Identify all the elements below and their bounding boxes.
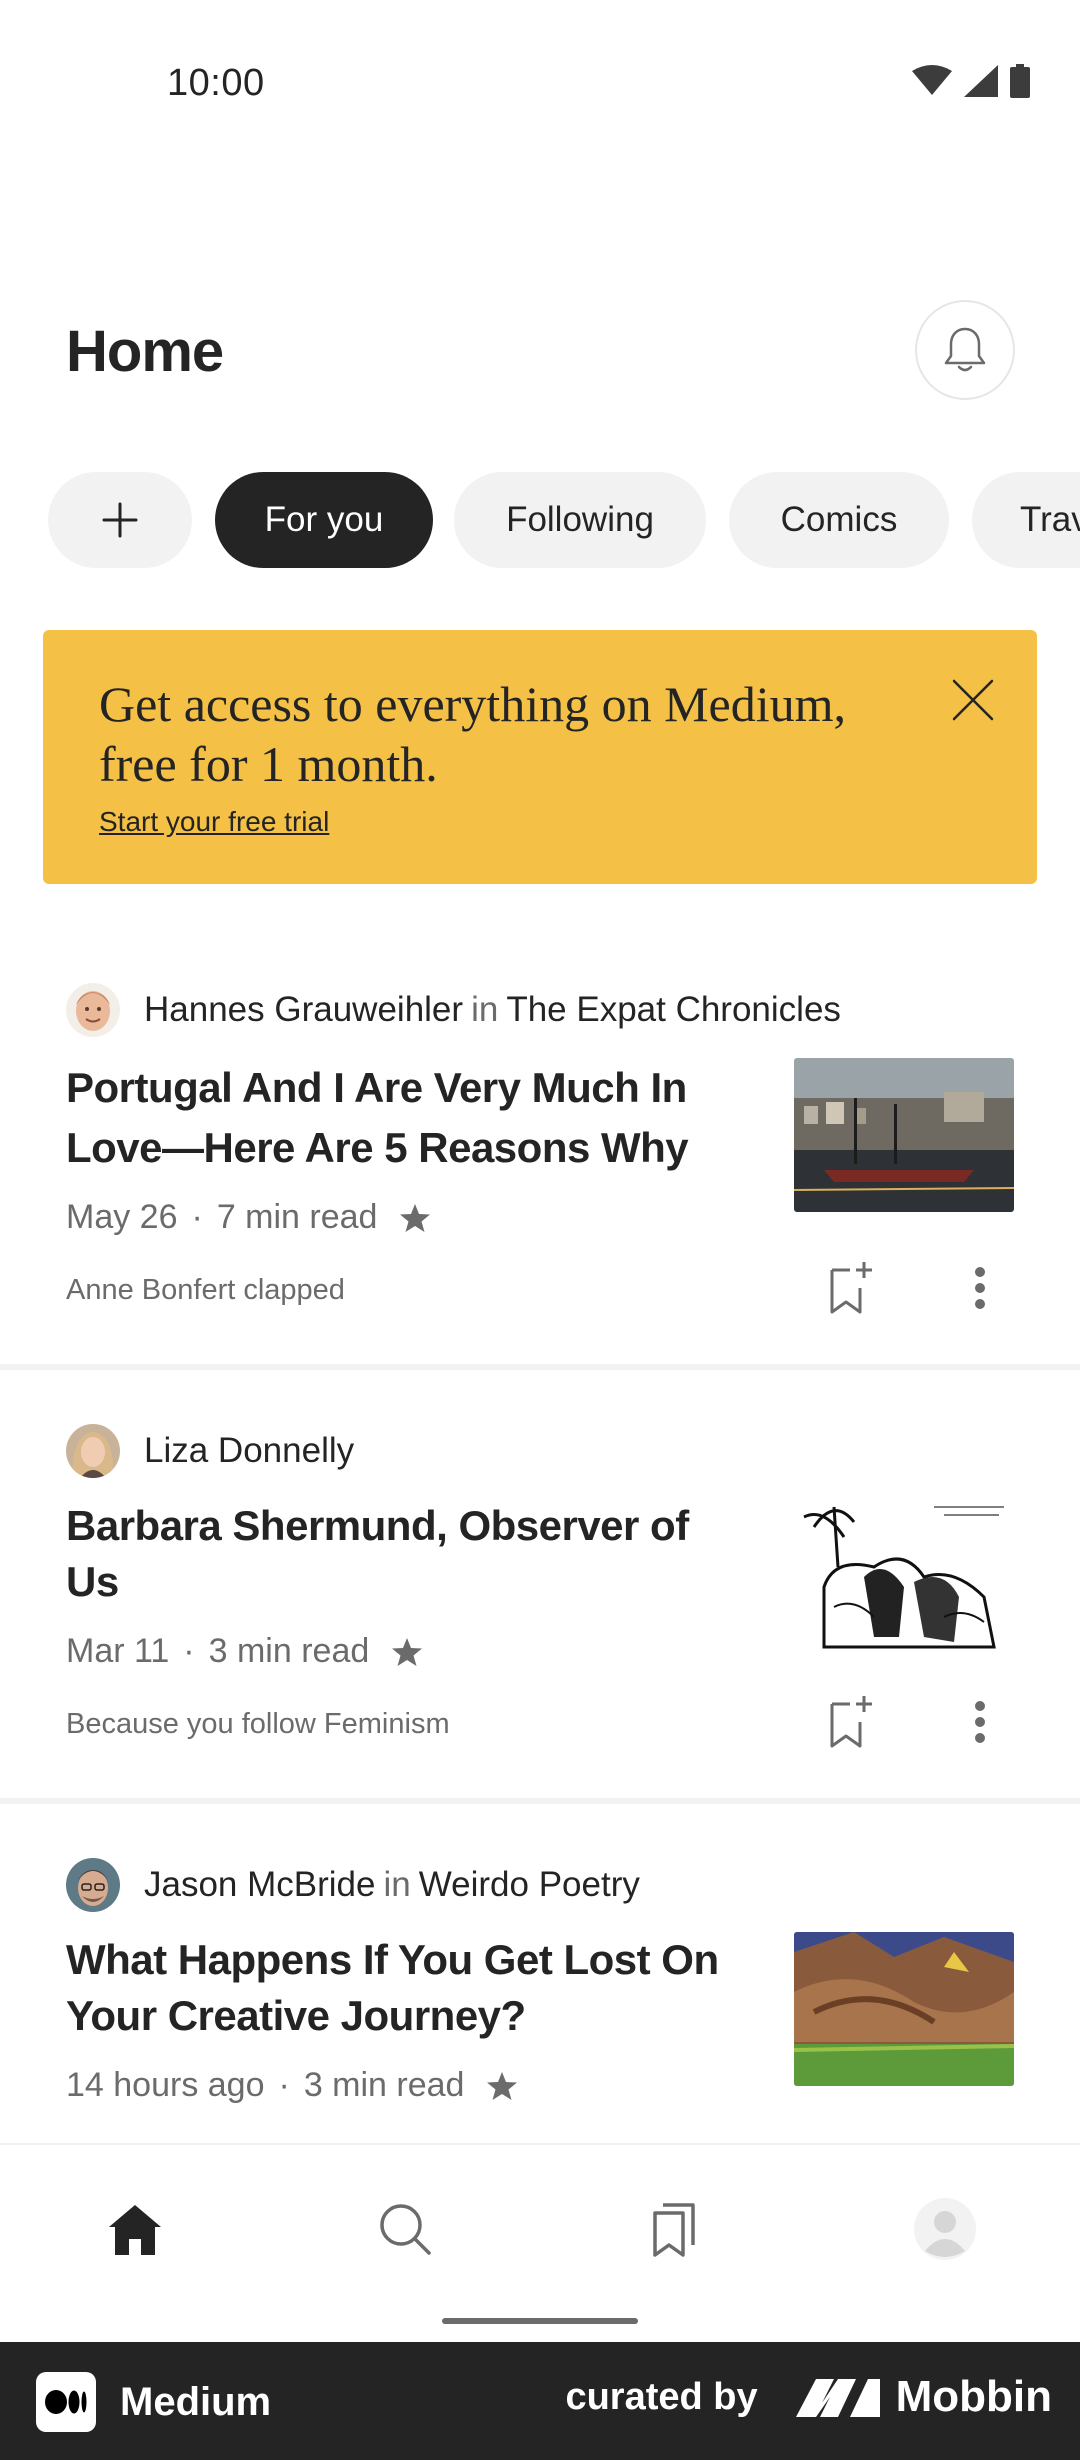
wifi-icon <box>912 65 952 95</box>
article-author-row[interactable]: Liza Donnelly <box>66 1424 354 1478</box>
medium-logo-icon <box>36 2372 96 2432</box>
article-date: May 26 <box>66 1198 178 1236</box>
member-star-icon <box>391 1636 423 1668</box>
topic-chips: For you Following Comics Travel <box>48 472 1080 568</box>
mobbin-logo-icon <box>795 2379 880 2417</box>
member-star-icon <box>486 2070 518 2102</box>
nav-profile-button[interactable] <box>905 2189 985 2269</box>
meta-separator: · <box>191 1198 203 1236</box>
article-date: 14 hours ago <box>66 2066 265 2104</box>
bottom-navigation <box>0 2143 1080 2343</box>
publication-name: The Expat Chronicles <box>506 990 841 1029</box>
bookmark-add-icon <box>830 1696 872 1748</box>
nav-home-button[interactable] <box>95 2189 175 2269</box>
article-more-button[interactable] <box>960 1256 1000 1320</box>
meta-separator: · <box>183 1632 195 1670</box>
footer-curator: curated by Mobbin <box>565 2372 1052 2422</box>
footer-app-info: Medium <box>36 2372 271 2432</box>
footer-app-name: Medium <box>120 2379 272 2424</box>
free-trial-link[interactable]: Start your free trial <box>99 806 329 838</box>
meta-separator: · <box>278 2066 290 2104</box>
article-meta: 14 hours ago · 3 min read <box>66 2066 518 2105</box>
read-time: 7 min read <box>216 1198 378 1236</box>
bookmark-add-icon <box>830 1262 872 1314</box>
chip-following[interactable]: Following <box>454 472 706 568</box>
more-vertical-icon <box>975 1701 985 1743</box>
signal-icon <box>964 65 998 97</box>
author-in-label: in <box>383 1865 411 1904</box>
article-thumbnail[interactable] <box>794 1932 1014 2086</box>
chip-travel[interactable]: Travel <box>972 472 1080 568</box>
curated-by-label: curated by <box>565 2375 758 2418</box>
save-article-button[interactable] <box>820 1690 880 1754</box>
author-name: Hannes Grauweihler <box>144 990 464 1029</box>
chip-for-you[interactable]: For you <box>215 472 433 568</box>
promo-banner: Get access to everything on Medium, free… <box>43 630 1037 884</box>
article-more-button[interactable] <box>960 1690 1000 1754</box>
publication-name: Weirdo Poetry <box>418 1865 640 1904</box>
page-title: Home <box>66 319 224 384</box>
article-title[interactable]: Barbara Shermund, Observer of Us <box>66 1498 746 1610</box>
article-thumbnail[interactable] <box>794 1058 1014 1212</box>
plus-icon <box>102 502 138 538</box>
status-bar: 10:00 <box>0 0 1080 165</box>
article-divider <box>0 1798 1080 1804</box>
article-title[interactable]: What Happens If You Get Lost On Your Cre… <box>66 1932 766 2044</box>
article-meta: Mar 11 · 3 min read <box>66 1632 423 1671</box>
save-article-button[interactable] <box>820 1256 880 1320</box>
status-time: 10:00 <box>167 62 265 104</box>
author-avatar <box>66 1424 120 1478</box>
banner-text: Get access to everything on Medium, free… <box>99 676 847 792</box>
banner-close-button[interactable] <box>943 670 1003 730</box>
home-indicator[interactable] <box>442 2318 638 2324</box>
author-avatar <box>66 1858 120 1912</box>
article-title[interactable]: Portugal And I Are Very Much In Love—Her… <box>66 1058 746 1178</box>
article-author-row[interactable]: Jason McBride in Weirdo Poetry <box>66 1858 640 1912</box>
footer-brand-name: Mobbin <box>895 2372 1052 2421</box>
article-date: Mar 11 <box>66 1632 170 1670</box>
battery-icon <box>1010 64 1030 98</box>
article-social-note: Because you follow Feminism <box>66 1708 450 1740</box>
article-social-note: Anne Bonfert clapped <box>66 1274 345 1306</box>
attribution-footer: Medium curated by Mobbin <box>0 2342 1080 2460</box>
article-thumbnail[interactable] <box>794 1497 1014 1651</box>
chip-comics[interactable]: Comics <box>729 472 949 568</box>
home-icon <box>109 2205 161 2255</box>
status-icons <box>912 64 1030 98</box>
notifications-button[interactable] <box>915 300 1015 400</box>
author-in-label: in <box>471 990 499 1029</box>
profile-icon <box>914 2198 976 2260</box>
article-divider <box>0 1364 1080 1370</box>
more-vertical-icon <box>975 1267 985 1309</box>
member-star-icon <box>399 1202 431 1234</box>
search-icon <box>380 2204 431 2255</box>
add-topic-chip[interactable] <box>48 472 192 568</box>
read-time: 3 min read <box>303 2066 465 2104</box>
read-time: 3 min read <box>208 1632 370 1670</box>
author-avatar <box>66 983 120 1037</box>
author-name: Liza Donnelly <box>144 1431 355 1470</box>
bell-icon <box>944 327 986 372</box>
nav-library-button[interactable] <box>635 2189 715 2269</box>
article-author-row[interactable]: Hannes Grauweihler in The Expat Chronicl… <box>66 983 841 1037</box>
nav-search-button[interactable] <box>365 2189 445 2269</box>
article-meta: May 26 · 7 min read <box>66 1198 431 1237</box>
author-name: Jason McBride <box>144 1865 376 1904</box>
close-icon <box>952 679 994 721</box>
bookmarks-icon <box>653 2203 695 2257</box>
